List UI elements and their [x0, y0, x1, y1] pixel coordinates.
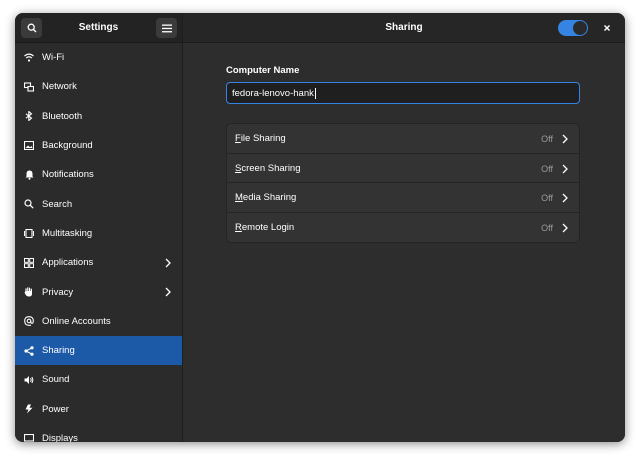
sidebar-item-sharing[interactable]: Sharing: [15, 335, 182, 366]
sidebar-item-sound[interactable]: Sound: [15, 365, 182, 394]
sidebar-item-power[interactable]: Power: [15, 395, 182, 424]
sidebar-item-label: Notifications: [42, 169, 94, 181]
sidebar-item-online-accounts[interactable]: Online Accounts: [15, 307, 182, 336]
sharing-toggle[interactable]: [558, 20, 588, 36]
speaker-icon: [24, 375, 34, 385]
row-label: Remote Login: [235, 222, 295, 234]
sidebar-item-label: Sound: [42, 374, 70, 386]
sidebar-item-label: Power: [42, 403, 69, 415]
sidebar-item-background[interactable]: Background: [15, 131, 182, 160]
hand-icon: [24, 287, 34, 297]
display-icon: [24, 433, 34, 442]
computer-name-input[interactable]: fedora-lenovo-hank: [226, 82, 580, 104]
sidebar-header: Settings: [15, 13, 182, 43]
sidebar-item-label: Network: [42, 81, 77, 93]
sidebar-item-label: Sharing: [42, 345, 75, 357]
row-label: Screen Sharing: [235, 162, 301, 174]
close-icon[interactable]: [601, 22, 613, 34]
share-icon: [24, 345, 34, 356]
text-cursor: [314, 87, 316, 99]
menu-button[interactable]: [156, 18, 177, 38]
computer-name-value: fedora-lenovo-hank: [232, 87, 314, 99]
wifi-icon: [24, 53, 34, 63]
settings-window: Settings Wi-Fi Network Bluetooth Backgro…: [15, 13, 625, 442]
chevron-right-icon: [165, 258, 171, 268]
sidebar-item-label: Bluetooth: [42, 110, 83, 122]
sidebar-list: Wi-Fi Network Bluetooth Background Notif…: [15, 43, 182, 442]
status-text: Off: [541, 134, 553, 144]
sidebar-item-label: Applications: [42, 257, 94, 269]
network-icon: [24, 82, 34, 92]
chevron-right-icon: [562, 223, 568, 233]
sidebar-item-privacy[interactable]: Privacy: [15, 277, 182, 306]
sidebar-item-label: Background: [42, 140, 93, 152]
power-icon: [24, 404, 34, 414]
sidebar-item-wifi[interactable]: Wi-Fi: [15, 43, 182, 72]
row-label: Media Sharing: [235, 192, 297, 204]
applications-icon: [24, 257, 34, 268]
screen-sharing-row[interactable]: Screen Sharing Off: [227, 154, 579, 184]
toggle-knob: [573, 21, 587, 35]
bell-icon: [24, 170, 34, 180]
remote-login-row[interactable]: Remote Login Off: [227, 213, 579, 242]
sidebar-item-bluetooth[interactable]: Bluetooth: [15, 102, 182, 131]
chevron-right-icon: [562, 193, 568, 203]
status-text: Off: [541, 163, 553, 174]
sidebar-item-label: Search: [42, 198, 73, 210]
background-icon: [24, 141, 34, 151]
sidebar: Settings Wi-Fi Network Bluetooth Backgro…: [15, 13, 182, 442]
search-icon: [24, 199, 34, 209]
bluetooth-icon: [24, 111, 34, 122]
status-text: Off: [541, 193, 553, 204]
main-header: Sharing: [183, 13, 625, 43]
sidebar-item-label: Online Accounts: [42, 315, 111, 327]
sidebar-item-search[interactable]: Search: [15, 189, 182, 218]
chevron-right-icon: [562, 134, 568, 144]
sidebar-item-label: Privacy: [42, 286, 74, 298]
media-sharing-row[interactable]: Media Sharing Off: [227, 183, 579, 214]
chevron-right-icon: [562, 164, 568, 174]
row-label: File Sharing: [235, 132, 286, 144]
sidebar-item-label: Multitasking: [42, 227, 93, 239]
sidebar-item-label: Displays: [42, 433, 78, 442]
main-panel: Sharing Computer Name fedora-lenovo-hank…: [183, 13, 625, 442]
multitasking-icon: [24, 228, 34, 238]
file-sharing-row[interactable]: File Sharing Off: [227, 124, 579, 154]
computer-name-label: Computer Name: [226, 65, 300, 76]
sidebar-item-notifications[interactable]: Notifications: [15, 160, 182, 189]
sidebar-item-multitasking[interactable]: Multitasking: [15, 219, 182, 248]
sidebar-item-network[interactable]: Network: [15, 72, 182, 101]
chevron-right-icon: [165, 287, 171, 297]
hamburger-icon: [161, 24, 172, 32]
status-text: Off: [541, 223, 553, 234]
sidebar-item-displays[interactable]: Displays: [15, 424, 182, 442]
sidebar-item-applications[interactable]: Applications: [15, 248, 182, 277]
sharing-services-list: File Sharing Off Screen Sharing Off Medi…: [226, 123, 580, 243]
at-icon: [24, 316, 34, 327]
sidebar-item-label: Wi-Fi: [42, 52, 65, 64]
